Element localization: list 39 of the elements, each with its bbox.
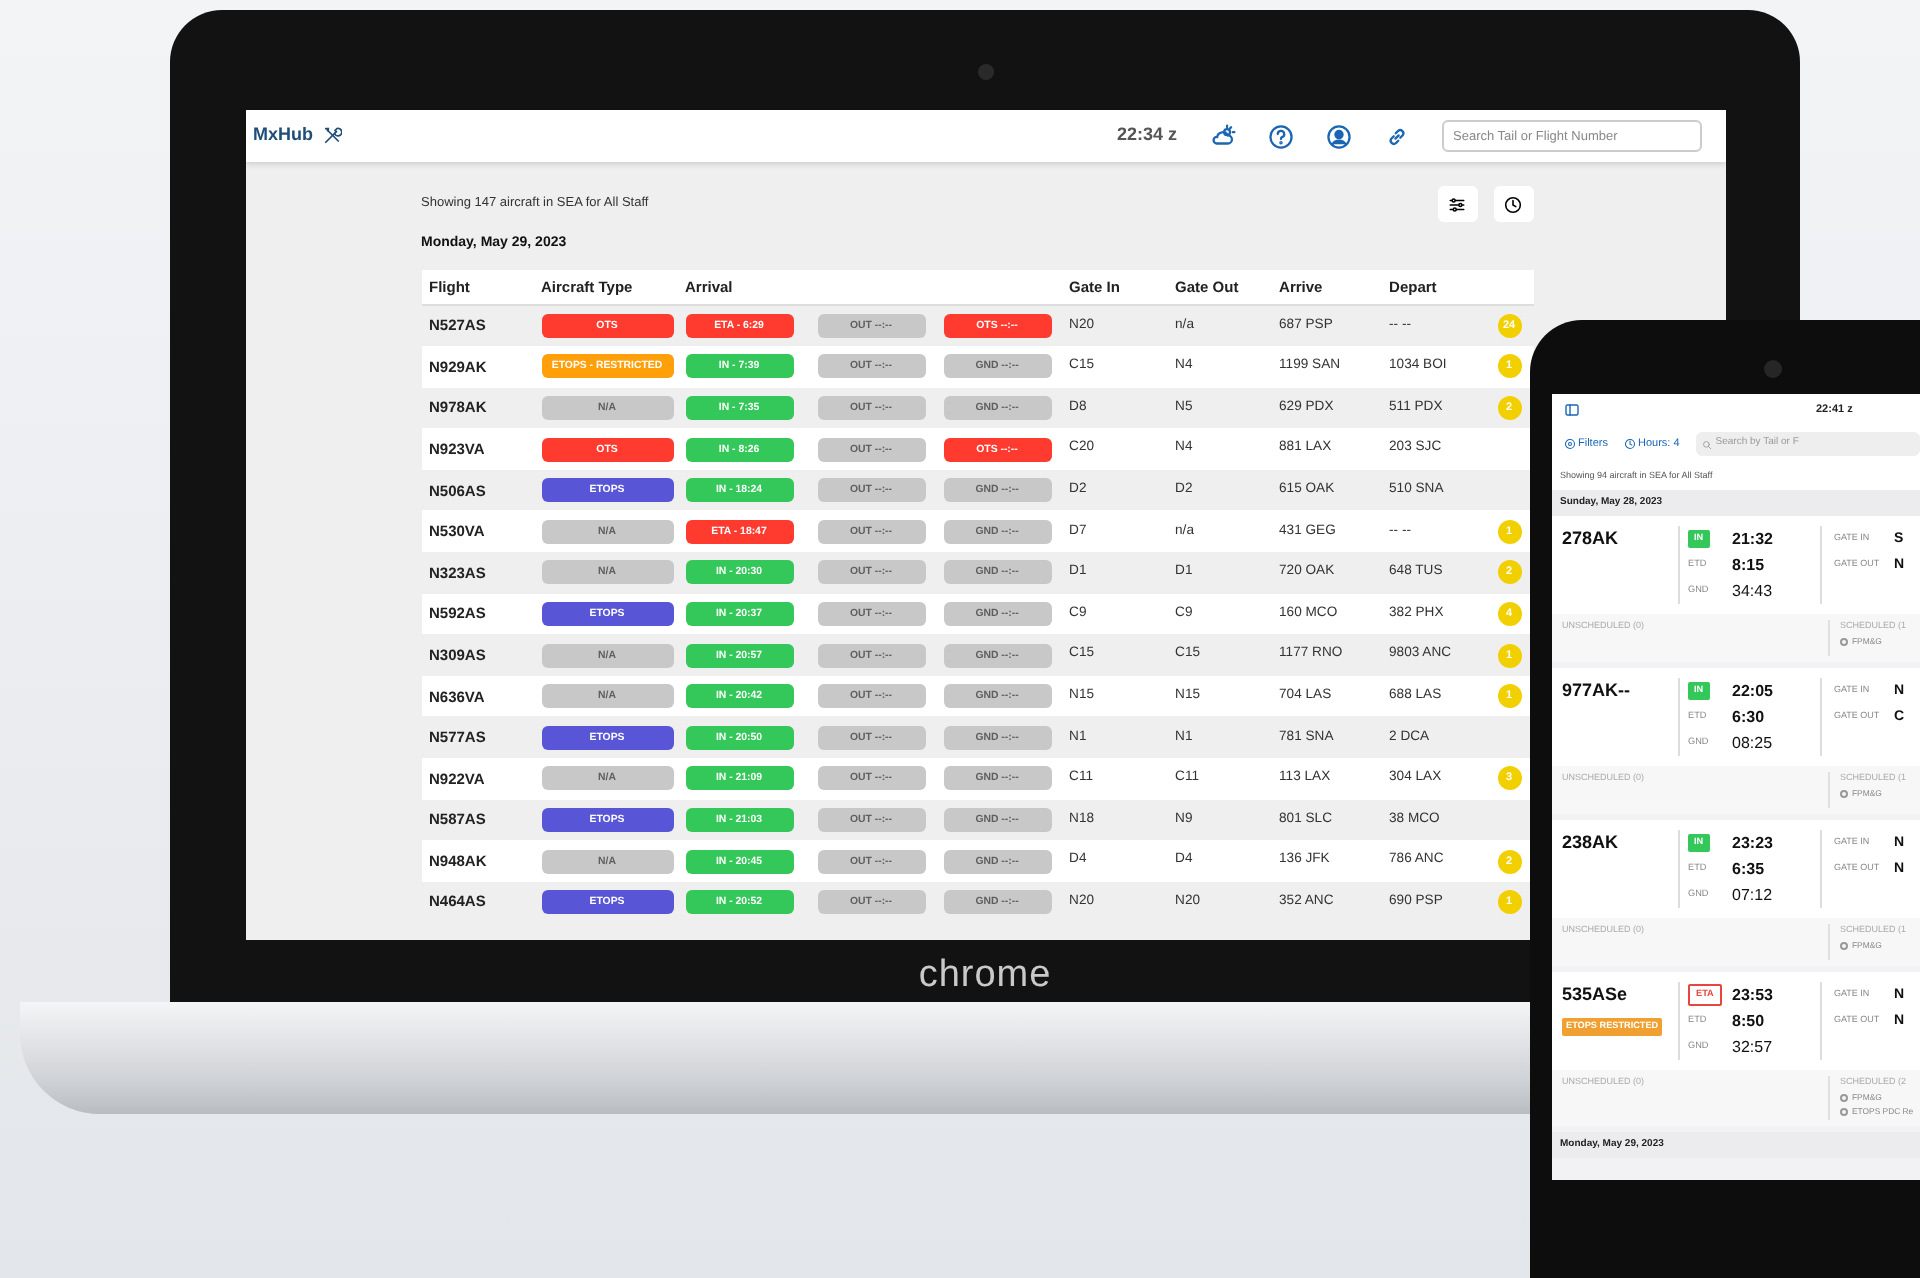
tools-icon bbox=[321, 126, 341, 146]
tail-number: 977AK-- bbox=[1562, 678, 1633, 705]
history-button[interactable] bbox=[1493, 186, 1533, 222]
sliders-icon bbox=[1448, 195, 1466, 213]
sidebar-icon bbox=[1564, 402, 1580, 418]
clock-icon bbox=[1623, 438, 1636, 450]
arrival-time: 21:32 bbox=[1732, 527, 1773, 552]
etd-time: 6:35 bbox=[1732, 857, 1765, 882]
app-brand: MxHub bbox=[253, 122, 313, 149]
gear-icon bbox=[1564, 438, 1576, 450]
tail-number: 278AK bbox=[1562, 526, 1621, 553]
etd-time: 6:30 bbox=[1732, 705, 1765, 730]
filter-button[interactable] bbox=[1437, 186, 1477, 222]
checkbox[interactable] bbox=[1840, 1108, 1848, 1117]
camera-icon bbox=[977, 64, 993, 80]
help-icon[interactable] bbox=[1267, 123, 1293, 149]
clock-icon bbox=[1504, 195, 1522, 213]
tail-number: 238AK bbox=[1562, 830, 1621, 857]
ground-time: 08:25 bbox=[1732, 731, 1773, 756]
clock-time: 22:34 z bbox=[1116, 122, 1177, 149]
user-icon[interactable] bbox=[1325, 123, 1351, 149]
checkbox[interactable] bbox=[1840, 638, 1848, 647]
arrival-time: 23:23 bbox=[1732, 831, 1773, 856]
arrival-time: 22:05 bbox=[1732, 679, 1773, 704]
bezel-logo: chrome bbox=[918, 956, 1052, 994]
checkbox[interactable] bbox=[1840, 790, 1848, 799]
search-icon bbox=[1701, 439, 1712, 449]
ground-time: 34:43 bbox=[1732, 579, 1773, 604]
cloud-sun-icon[interactable] bbox=[1209, 123, 1235, 149]
ground-time: 32:57 bbox=[1732, 1035, 1773, 1060]
tail-number: 535ASe bbox=[1562, 982, 1630, 1009]
checkbox[interactable] bbox=[1840, 942, 1848, 951]
etd-time: 8:50 bbox=[1732, 1009, 1765, 1034]
arrival-time: 23:53 bbox=[1732, 983, 1773, 1008]
etd-time: 8:15 bbox=[1732, 553, 1765, 578]
ground-time: 07:12 bbox=[1732, 883, 1773, 908]
camera-icon bbox=[1764, 360, 1782, 378]
link-icon[interactable] bbox=[1383, 123, 1409, 149]
checkbox[interactable] bbox=[1840, 1094, 1848, 1103]
